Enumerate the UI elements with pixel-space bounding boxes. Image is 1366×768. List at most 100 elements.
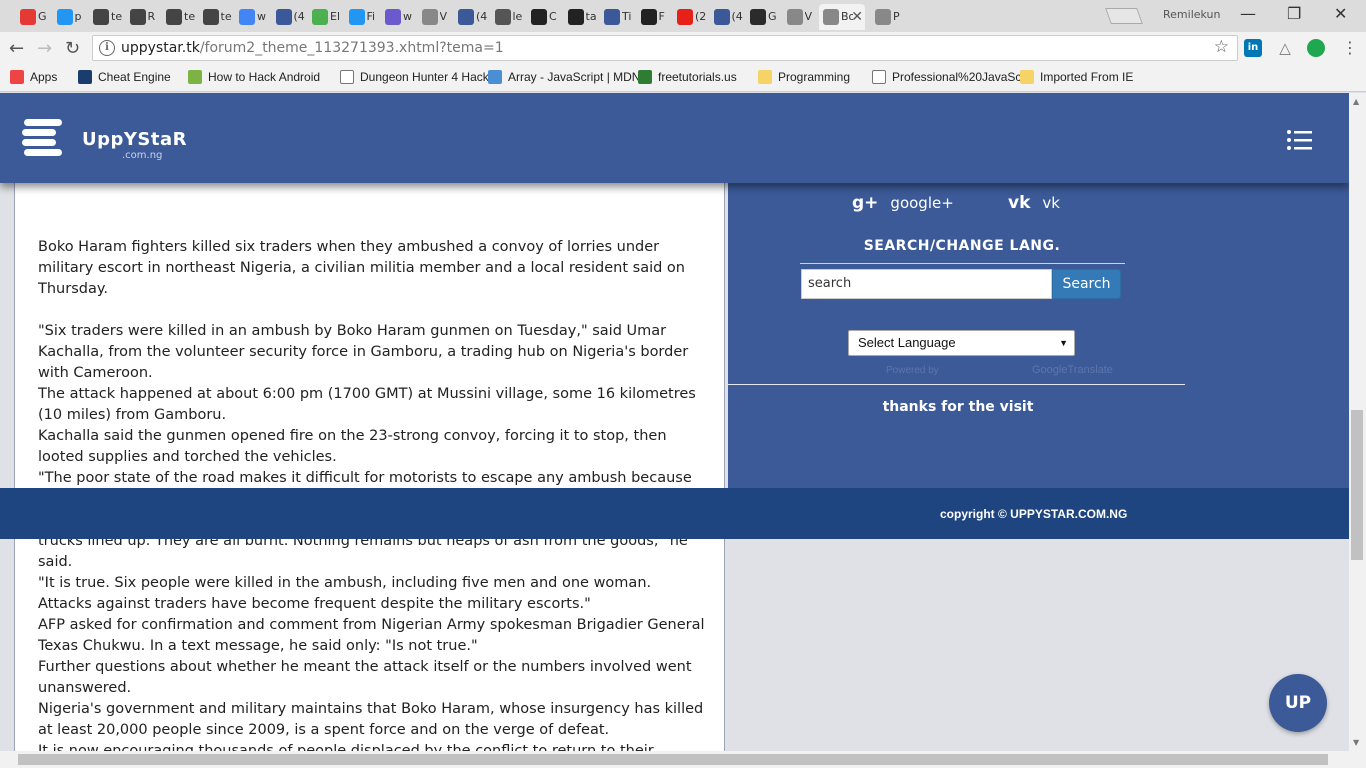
hamburger-menu-icon[interactable] [1286,129,1312,151]
bookmark-label: freetutorials.us [658,70,737,84]
tab-title: le [512,10,523,23]
bookmark-item[interactable]: Dungeon Hunter 4 Hack [340,70,489,88]
bookmark-item[interactable]: freetutorials.us [638,70,737,88]
browser-tab[interactable]: (4 [454,4,490,30]
vine-icon [56,9,73,25]
scroll-down-arrow-icon[interactable]: ▼ [1353,738,1359,747]
back-icon[interactable]: ← [9,38,24,59]
bookmark-item[interactable]: Array - JavaScript | MDN [488,70,638,88]
bookmark-label: Array - JavaScript | MDN [508,70,638,84]
google-plus-icon: g+ [852,193,879,213]
bookmark-star-icon[interactable]: ☆ [1214,37,1229,57]
browser-tab[interactable]: V [783,4,819,30]
google-plus-link[interactable]: g+ google+ [852,193,954,213]
forward-icon[interactable]: → [37,38,52,59]
sidebar-divider [728,384,1185,385]
bookmark-item[interactable]: Imported From IE [1020,70,1133,88]
browser-tab[interactable]: (2 [673,4,709,30]
browser-tab[interactable]: F [637,4,673,30]
browser-tab[interactable]: C [527,4,563,30]
bookmark-item[interactable]: Apps [10,70,57,88]
browser-tab[interactable]: P [871,4,907,30]
bookmarks-bar: Apps Cheat Engine How to Hack Android Dunge… [0,64,1366,92]
search-input[interactable]: search [801,269,1052,299]
new-tab-button[interactable] [1105,8,1143,24]
bookmark-label: Programming [778,70,851,84]
scroll-up-arrow-icon[interactable]: ▲ [1353,97,1359,106]
browser-tab[interactable]: Bo ✕ [819,4,865,30]
browser-tab[interactable]: w [235,4,271,30]
bookmark-item[interactable]: Programming [758,70,850,88]
article-paragraph: "Six traders were killed in an ambush by… [38,323,689,381]
reload-icon[interactable]: ↻ [65,38,80,59]
tab-title: V [439,10,448,23]
vertical-scroll-thumb[interactable] [1351,410,1363,560]
tab-title: (4 [476,10,488,23]
article-paragraph: It is now encouraging thousands of peopl… [38,743,654,751]
linkedin-extension-icon[interactable]: in [1244,39,1262,57]
bookmark-item[interactable]: How to Hack Android [188,70,320,88]
browser-tab[interactable]: ta [564,4,600,30]
bookmark-item[interactable]: Cheat Engine [78,70,171,88]
bookmark-label: Dungeon Hunter 4 Hack [360,70,489,84]
horizontal-scroll-thumb[interactable] [18,754,1328,765]
green-extension-icon[interactable] [1307,39,1325,57]
tab-title: P [893,10,900,23]
ftu-icon [638,70,652,84]
minimize-icon[interactable]: — [1240,4,1256,23]
search-button[interactable]: Search [1052,269,1121,299]
codepen-icon [640,9,657,25]
browser-tab[interactable]: (4 [272,4,308,30]
browser-tab[interactable]: El [308,4,344,30]
pocket-icon [385,9,401,25]
folder-icon [758,70,772,84]
tab-title: F [658,10,665,23]
google-icon [239,9,255,25]
browser-tab[interactable]: (4 [710,4,746,30]
browser-tab[interactable]: Ti [600,4,636,30]
browser-tab[interactable]: te [89,4,125,30]
language-select[interactable]: Select Language ▼ [848,330,1075,356]
bookmark-label: Apps [30,70,58,84]
browser-tab[interactable]: R [126,4,162,30]
mdn-icon [488,70,502,84]
profile-name[interactable]: Remilekun [1163,8,1221,21]
browser-tab[interactable]: Fi [345,4,381,30]
bookmark-item[interactable]: Professional%20JavaScript [872,70,1022,88]
page-viewport: UppYStaR .com.ng Boko Haram fighters kil… [0,93,1349,751]
close-tab-icon[interactable]: ✕ [851,9,863,25]
close-window-icon[interactable]: ✕ [1334,4,1347,23]
browser-tab[interactable]: G [746,4,782,30]
browser-tab[interactable]: G [16,4,52,30]
vk-link[interactable]: vk vk [1008,193,1060,213]
url-text[interactable]: uppystar.tk/forum2_theme_113271393.xhtml… [121,40,504,56]
folder-icon [1020,70,1034,84]
address-bar[interactable]: i uppystar.tk/forum2_theme_113271393.xht… [92,35,1238,61]
restore-icon[interactable]: ❐ [1287,4,1301,23]
powered-by-text: Powered by [886,365,939,376]
url-path: /forum2_theme_113271393.xhtml?tema=1 [199,40,504,56]
page-icon [786,9,803,25]
article-paragraph: "It is true. Six people were killed in t… [38,575,652,612]
browser-tab[interactable]: V [418,4,454,30]
tab-title: El [330,10,341,23]
browser-tab[interactable]: le [491,4,527,30]
facebook-icon [275,9,292,25]
chrome-menu-icon[interactable]: ⋮ [1342,38,1358,57]
translate-word: Translate [1067,364,1113,376]
drive-extension-icon[interactable]: △ [1276,39,1294,57]
logo-subtext: .com.ng [122,150,163,161]
browser-tab[interactable]: p [53,4,89,30]
tab-title: te [184,10,196,23]
site-info-icon[interactable]: i [99,40,115,56]
w3-icon [312,9,328,25]
site-logo[interactable]: UppYStaR .com.ng [22,117,187,163]
google-translate-link[interactable]: GoogleTranslate [1032,364,1113,376]
browser-tab[interactable]: w [381,4,417,30]
scroll-to-top-button[interactable]: UP [1269,674,1327,732]
browser-tab[interactable]: te [199,4,235,30]
page-icon [872,70,886,84]
article-paragraph: "The poor state of the road makes it dif… [38,470,692,486]
browser-tab[interactable]: te [162,4,198,30]
facebook-icon [458,9,474,25]
